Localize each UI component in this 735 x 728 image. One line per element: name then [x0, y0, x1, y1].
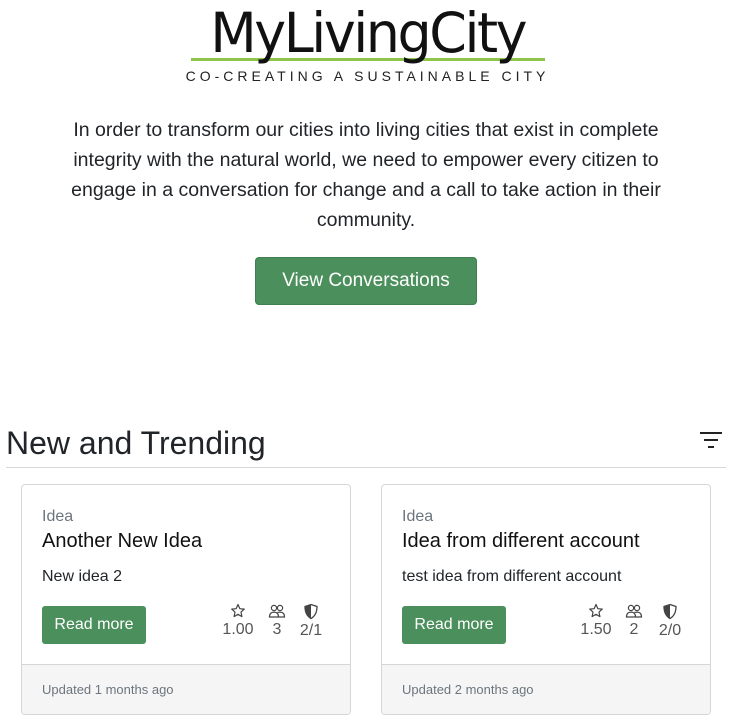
votes-stat: 2/1	[291, 603, 331, 640]
filter-icon[interactable]	[698, 430, 724, 450]
view-conversations-button[interactable]: View Conversations	[255, 257, 477, 305]
card-footer: Updated 2 months ago	[382, 664, 710, 714]
updated-text: Updated 1 months ago	[42, 682, 174, 697]
card-footer: Updated 1 months ago	[22, 664, 350, 714]
idea-card: Idea Another New Idea New idea 2 Read mo…	[21, 484, 351, 715]
half-shield-icon	[663, 603, 677, 620]
star-icon	[231, 603, 245, 618]
updated-text: Updated 2 months ago	[402, 682, 534, 697]
logo-title: MyLivingCity	[210, 1, 527, 65]
card-description: test idea from different account	[402, 568, 622, 585]
rating-value: 1.50	[580, 621, 612, 638]
card-body: Idea Idea from different account test id…	[382, 485, 710, 666]
card-title: Idea from different account	[402, 530, 640, 552]
votes-value: 2/0	[658, 622, 682, 639]
idea-card: Idea Idea from different account test id…	[381, 484, 711, 715]
logo: MyLivingCity CO-CREATING A SUSTAINABLE C…	[0, 4, 735, 84]
card-title: Another New Idea	[42, 530, 203, 552]
card-type: Idea	[402, 508, 434, 525]
people-icon	[625, 604, 643, 618]
participants-value: 2	[629, 621, 639, 638]
section-title: New and Trending	[6, 425, 266, 461]
read-more-button[interactable]: Read more	[402, 606, 506, 644]
card-type: Idea	[42, 508, 74, 525]
half-shield-icon	[304, 603, 318, 620]
logo-tagline: CO-CREATING A SUSTAINABLE CITY	[185, 68, 550, 84]
card-body: Idea Another New Idea New idea 2 Read mo…	[22, 485, 350, 666]
rating-value: 1.00	[222, 621, 254, 638]
votes-value: 2/1	[299, 622, 323, 639]
votes-stat: 2/0	[650, 603, 690, 640]
intro-text: In order to transform our cities into li…	[71, 119, 661, 231]
section-divider	[6, 467, 726, 468]
read-more-button[interactable]: Read more	[42, 606, 146, 644]
participants-stat: 2	[614, 603, 654, 639]
card-description: New idea 2	[42, 568, 123, 585]
star-icon	[589, 603, 603, 618]
people-icon	[268, 604, 286, 618]
rating-stat: 1.50	[576, 603, 616, 639]
rating-stat: 1.00	[218, 603, 258, 639]
